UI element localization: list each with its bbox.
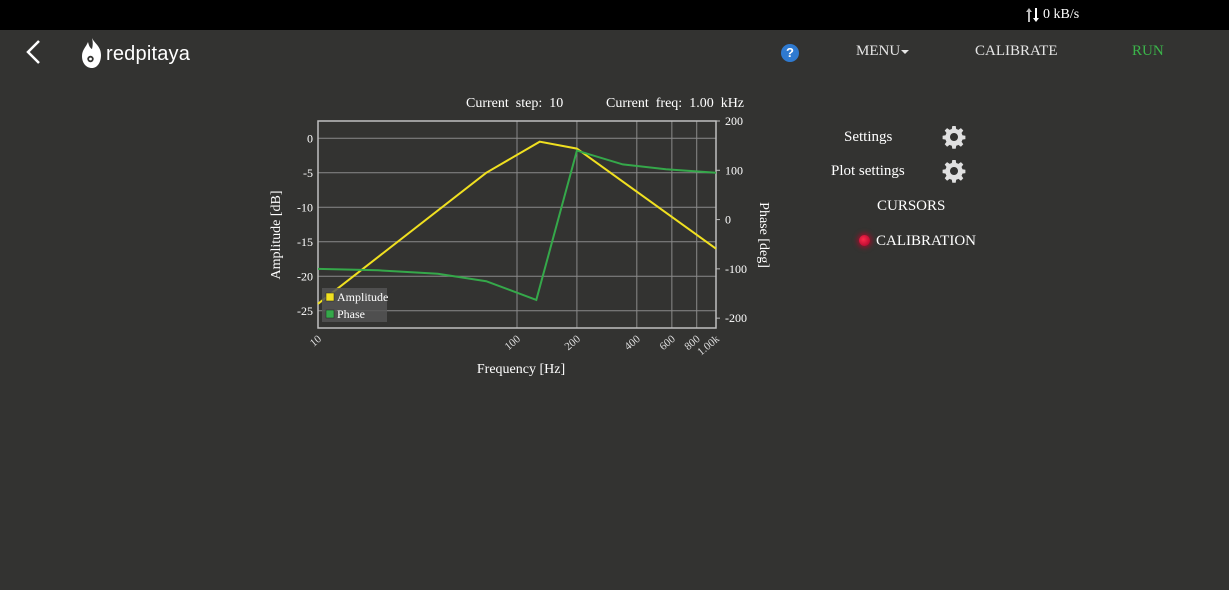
y-tick-left-label: 0 [307,131,313,145]
legend-swatch-amplitude [325,292,335,302]
legend-label-amplitude: Amplitude [337,290,388,304]
calibration-button[interactable]: CALIBRATION [876,233,976,250]
run-button[interactable]: RUN [1132,43,1164,60]
top-status-bar: 0 kB/s [0,0,1229,30]
caret-down-icon [901,49,910,54]
cursors-button[interactable]: CURSORS [877,198,945,215]
y-tick-right-label: -100 [725,262,747,276]
back-arrow-icon[interactable] [24,39,46,65]
bode-chart: 0 -5 -10 -15 -20 -25 200 100 0 -100 -200 10 100 200 40… [269,114,771,377]
nav-bar: redpitaya ? MENU CALIBRATE RUN [0,30,1229,80]
y-tick-left-label: -20 [297,269,313,283]
y-tick-left-label: -15 [297,235,313,249]
plot-settings-label[interactable]: Plot settings [831,163,905,180]
network-rate: 0 kB/s [1043,7,1080,22]
y-tick-left-label: -25 [297,304,313,318]
x-tick-label: 10 [308,333,325,350]
y-axis-left-label: Amplitude [dB] [269,190,284,279]
legend-label-phase: Phase [337,307,365,321]
y-tick-left-label: -10 [297,200,313,214]
flame-logo-icon [82,38,101,68]
y-tick-right-label: 200 [725,114,743,128]
x-tick-label: 400 [622,333,643,353]
calibrate-button[interactable]: CALIBRATE [975,43,1058,60]
x-tick-label: 600 [657,333,678,353]
y-tick-right-label: -200 [725,311,747,325]
settings-label[interactable]: Settings [844,129,892,146]
help-icon[interactable]: ? [781,44,799,62]
y-tick-right-label: 0 [725,213,731,227]
y-axis-right-label: Phase [deg] [756,202,771,268]
calibration-status-led [859,235,870,246]
legend-swatch-phase [325,309,335,319]
menu-dropdown[interactable]: MENU [856,43,910,60]
legend: Amplitude Phase [322,288,388,322]
plot-settings-gear-icon[interactable] [942,159,966,183]
logo-text: redpitaya [106,42,191,65]
network-indicator: 0 kB/s [1026,7,1079,23]
y-tick-right-label: 100 [725,163,743,177]
x-axis-label: Frequency [Hz] [477,362,565,377]
x-tick-label: 1.00k [695,333,722,358]
logo[interactable]: redpitaya [80,37,190,71]
x-tick-label: 100 [503,333,524,353]
y-tick-left-label: -5 [303,166,313,180]
menu-label: MENU [856,43,901,59]
x-tick-label: 200 [562,333,583,353]
settings-gear-icon[interactable] [942,125,966,149]
transfer-arrows-icon [1026,8,1039,22]
